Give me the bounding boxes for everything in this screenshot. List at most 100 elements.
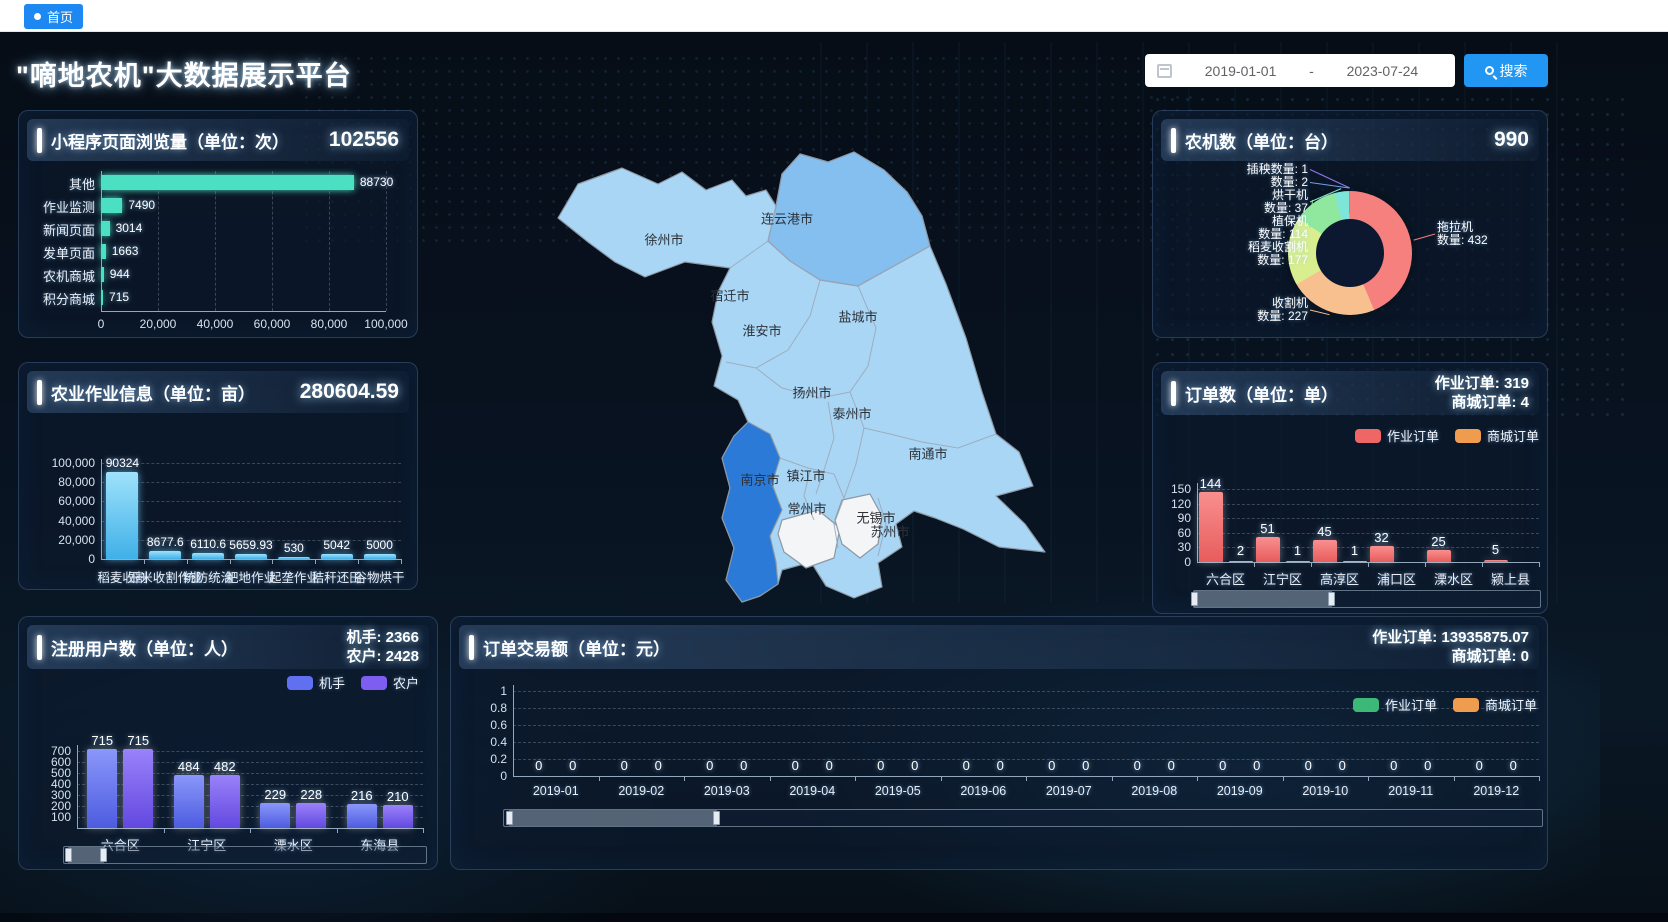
datazoom-handle[interactable] <box>1191 592 1198 606</box>
legend-label: 商城订单 <box>1487 426 1539 445</box>
datazoom-slider[interactable] <box>1193 590 1541 608</box>
donut-label-line <box>1310 189 1341 202</box>
y-tick-label: 0.6 <box>467 718 507 732</box>
tab-home[interactable]: 首页 <box>24 4 83 29</box>
legend-item[interactable]: 农户 <box>361 673 419 692</box>
search-button-label: 搜索 <box>1500 61 1528 81</box>
datazoom-handle[interactable] <box>1328 592 1335 606</box>
category-label: 2019-09 <box>1217 784 1263 798</box>
datazoom-handle[interactable] <box>65 848 72 862</box>
map-city-label: 盐城市 <box>838 307 877 326</box>
date-range-picker[interactable]: 2019-01-01 - 2023-07-24 <box>1145 54 1455 87</box>
bar-value-label: 0 <box>655 758 662 773</box>
panel-title: 小程序页面浏览量（单位：次） <box>51 128 289 153</box>
bar <box>101 244 106 259</box>
bar-value-label: 0 <box>1048 758 1055 773</box>
donut-label: 拖拉机 数量: 432 <box>1437 221 1537 247</box>
datazoom-slider[interactable] <box>503 809 1543 827</box>
bar-value-label: 1 <box>1351 543 1358 558</box>
search-button[interactable]: 搜索 <box>1464 54 1548 87</box>
chart-legend: 作业订单 商城订单 <box>1355 426 1539 445</box>
bar <box>1427 550 1451 562</box>
bar-value-label: 45 <box>1317 524 1331 539</box>
legend-item[interactable]: 作业订单 <box>1353 695 1437 714</box>
bar <box>101 290 103 305</box>
bar-value-label: 484 <box>178 759 200 774</box>
bar-value-label: 0 <box>1082 758 1089 773</box>
y-tick-label: 0.8 <box>467 701 507 715</box>
x-axis-tick <box>230 559 231 564</box>
category-label: 新闻页面 <box>21 220 95 239</box>
vbar-chart: 100,00080,00060,00040,00020,000090324稻麦收… <box>19 363 419 591</box>
bar-value-label: 25 <box>1431 534 1445 549</box>
bar-value-label: 0 <box>706 758 713 773</box>
gridline <box>329 171 330 311</box>
datazoom-selection[interactable] <box>68 847 104 863</box>
x-axis-tick <box>358 559 359 564</box>
bar <box>123 749 153 828</box>
legend-swatch <box>1453 698 1479 712</box>
map-city-label: 扬州市 <box>792 383 831 402</box>
legend-label: 机手 <box>319 673 345 692</box>
datazoom-handle[interactable] <box>100 848 107 862</box>
panel-header: 小程序页面浏览量（单位：次） 102556 <box>27 119 409 161</box>
datazoom-slider[interactable] <box>63 846 427 864</box>
datazoom-handle[interactable] <box>713 811 720 825</box>
bar-value-label: 0 <box>740 758 747 773</box>
donut-label: 烘干机 数量: 37 <box>1158 189 1308 215</box>
bar <box>1343 561 1367 563</box>
bar <box>174 775 204 828</box>
y-tick-label: 100,000 <box>19 456 95 470</box>
donut-label-line <box>1310 310 1330 315</box>
x-axis-tick <box>1283 776 1284 781</box>
bar-value-label: 0 <box>569 758 576 773</box>
x-axis-tick <box>1482 562 1483 567</box>
legend-swatch <box>1355 429 1381 443</box>
x-axis-tick <box>1026 776 1027 781</box>
x-axis-tick <box>855 776 856 781</box>
bar <box>1229 561 1253 563</box>
bar-value-label: 5659.93 <box>229 538 272 552</box>
category-label: 2019-11 <box>1388 784 1433 798</box>
legend-item[interactable]: 商城订单 <box>1455 426 1539 445</box>
category-label: 颍上县 <box>1491 569 1530 588</box>
bar <box>1370 546 1394 562</box>
category-label: 2019-07 <box>1046 784 1092 798</box>
gridline <box>101 521 401 522</box>
x-axis-tick <box>1454 776 1455 781</box>
x-tick-label: 80,000 <box>311 317 348 331</box>
bar-value-label: 0 <box>1510 758 1517 773</box>
bar <box>101 198 122 213</box>
panel-trade-amount: 订单交易额（单位：元） 作业订单: 13935875.07 商城订单: 0 10… <box>450 616 1548 870</box>
x-axis-tick <box>599 776 600 781</box>
bar-value-label: 0 <box>1219 758 1226 773</box>
bar-value-label: 482 <box>214 759 236 774</box>
panel-registered-users: 注册用户数（单位：人） 机手: 2366 农户: 2428 7006005004… <box>18 616 438 870</box>
date-start-input[interactable]: 2019-01-01 <box>1180 63 1301 79</box>
bar-value-label: 715 <box>91 733 113 748</box>
category-label: 作业监测 <box>21 197 95 216</box>
y-tick-label: 120 <box>1153 497 1191 511</box>
jiangsu-province-map[interactable]: 连云港市徐州市宿迁市盐城市淮安市扬州市泰州市南通市南京市镇江市常州市无锡市苏州市 <box>430 100 1150 610</box>
datazoom-handle[interactable] <box>506 811 513 825</box>
map-city-label: 宿迁市 <box>710 286 749 305</box>
datazoom-selection[interactable] <box>1194 591 1332 607</box>
datazoom-selection[interactable] <box>509 810 717 826</box>
x-axis-tick <box>1368 776 1369 781</box>
x-axis-line <box>101 559 401 560</box>
legend-item[interactable]: 作业订单 <box>1355 426 1439 445</box>
x-axis-tick <box>1311 562 1312 567</box>
gridline <box>386 171 387 311</box>
title-accent-bar <box>37 128 42 153</box>
legend-item[interactable]: 商城订单 <box>1453 695 1537 714</box>
bar-value-label: 8677.6 <box>147 535 184 549</box>
legend-swatch <box>287 676 313 690</box>
legend-item[interactable]: 机手 <box>287 673 345 692</box>
x-axis-tick <box>144 559 145 564</box>
category-label: 浦口区 <box>1377 569 1416 588</box>
bar <box>321 554 353 559</box>
bar <box>1484 560 1508 562</box>
date-end-input[interactable]: 2023-07-24 <box>1322 63 1443 79</box>
y-tick-label: 100 <box>33 810 71 824</box>
gridline <box>1197 547 1539 548</box>
